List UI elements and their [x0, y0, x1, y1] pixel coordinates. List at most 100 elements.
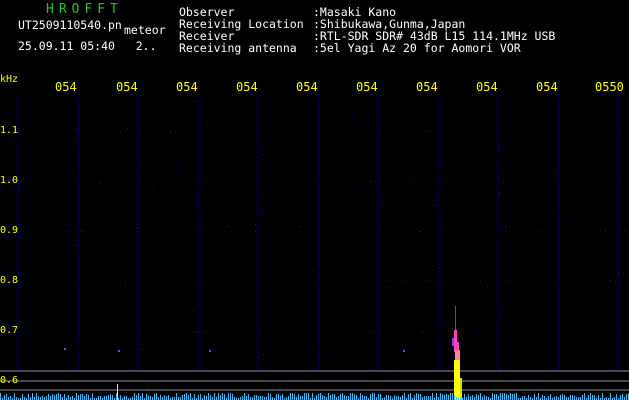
grid-dot	[78, 236, 79, 237]
mode-label: meteor	[124, 23, 166, 37]
grid-dot	[85, 181, 86, 182]
grid-dot	[498, 132, 499, 133]
grid-dot	[600, 231, 601, 232]
noise-dot	[359, 285, 360, 286]
grid-dot	[618, 332, 619, 333]
grid-dot	[260, 131, 261, 132]
grid-dot	[195, 331, 196, 332]
grid-dot	[25, 181, 26, 182]
grid-dot	[438, 112, 439, 113]
grid-dot	[318, 328, 319, 329]
grid-dot	[460, 181, 461, 182]
noise-dot	[307, 219, 308, 220]
grid-dot	[595, 281, 596, 282]
grid-dot	[258, 168, 259, 169]
grid-dot	[415, 331, 416, 332]
grid-dot	[558, 200, 559, 201]
grid-dot	[140, 231, 141, 232]
grid-dot	[198, 192, 199, 193]
grid-dot	[198, 228, 199, 229]
noise-floor-bar	[86, 394, 87, 400]
grid-dot	[258, 332, 259, 333]
grid-dot	[55, 231, 56, 232]
noise-floor-bar	[324, 396, 325, 400]
grid-dot	[325, 181, 326, 182]
noise-floor-bar	[380, 394, 381, 400]
noise-dot	[181, 321, 182, 322]
noise-dot	[576, 359, 577, 360]
grid-dot	[225, 231, 226, 232]
grid-dot	[78, 128, 79, 129]
grid-dot	[558, 180, 559, 181]
grid-dot	[275, 331, 276, 332]
grid-dot	[125, 231, 126, 232]
noise-dot	[263, 354, 264, 355]
grid-dot	[440, 281, 441, 282]
grid-dot	[138, 284, 139, 285]
grid-dot	[78, 200, 79, 201]
grid-dot	[565, 181, 566, 182]
grid-dot	[460, 281, 461, 282]
grid-dot	[575, 181, 576, 182]
noise-floor-bar	[610, 393, 611, 400]
grid-dot	[498, 284, 499, 285]
grid-dot	[438, 248, 439, 249]
grid-dot	[558, 188, 559, 189]
grid-dot	[138, 304, 139, 305]
grid-dot	[50, 331, 51, 332]
grid-dot	[378, 112, 379, 113]
noise-dot	[159, 240, 160, 241]
noise-floor-bar	[516, 393, 517, 400]
grid-dot	[258, 312, 259, 313]
grid-dot	[618, 104, 619, 105]
grid-dot	[240, 281, 241, 282]
noise-floor-bar	[206, 396, 207, 400]
echo-body	[454, 330, 457, 352]
grid-dot	[170, 181, 171, 182]
grid-dot	[78, 344, 79, 345]
grid-dot	[620, 331, 621, 332]
grid-dot	[205, 331, 206, 332]
grid-dot	[605, 131, 606, 132]
grid-dot	[18, 272, 19, 273]
grid-dot	[498, 272, 499, 273]
grid-dot	[445, 281, 446, 282]
grid-dot	[498, 176, 499, 177]
grid-dot	[198, 280, 199, 281]
grid-dot	[475, 131, 476, 132]
noise-floor-bar	[562, 394, 563, 400]
grid-dot	[100, 181, 101, 182]
grid-dot	[265, 131, 266, 132]
grid-dot	[30, 331, 31, 332]
grid-dot	[318, 228, 319, 229]
grid-dot	[618, 260, 619, 261]
noise-dot	[352, 118, 353, 119]
grid-dot	[318, 364, 319, 365]
grid-dot	[550, 131, 551, 132]
grid-dot	[318, 268, 319, 269]
grid-dot	[138, 180, 139, 181]
noise-dot	[614, 313, 615, 314]
grid-dot	[558, 292, 559, 293]
noise-dot	[76, 128, 77, 129]
grid-dot	[378, 148, 379, 149]
grid-dot	[198, 236, 199, 237]
grid-dot	[480, 231, 481, 232]
grid-dot	[25, 281, 26, 282]
grid-dot	[18, 96, 19, 97]
grid-dot	[335, 181, 336, 182]
grid-dot	[18, 252, 19, 253]
noise-floor-bar	[294, 394, 295, 400]
grid-dot	[575, 281, 576, 282]
grid-dot	[95, 281, 96, 282]
grid-dot	[378, 204, 379, 205]
grid-dot	[450, 231, 451, 232]
grid-dot	[270, 331, 271, 332]
grid-dot	[380, 281, 381, 282]
grid-dot	[198, 256, 199, 257]
grid-dot	[498, 364, 499, 365]
grid-dot	[18, 332, 19, 333]
grid-dot	[378, 216, 379, 217]
grid-dot	[78, 224, 79, 225]
grid-dot	[378, 132, 379, 133]
